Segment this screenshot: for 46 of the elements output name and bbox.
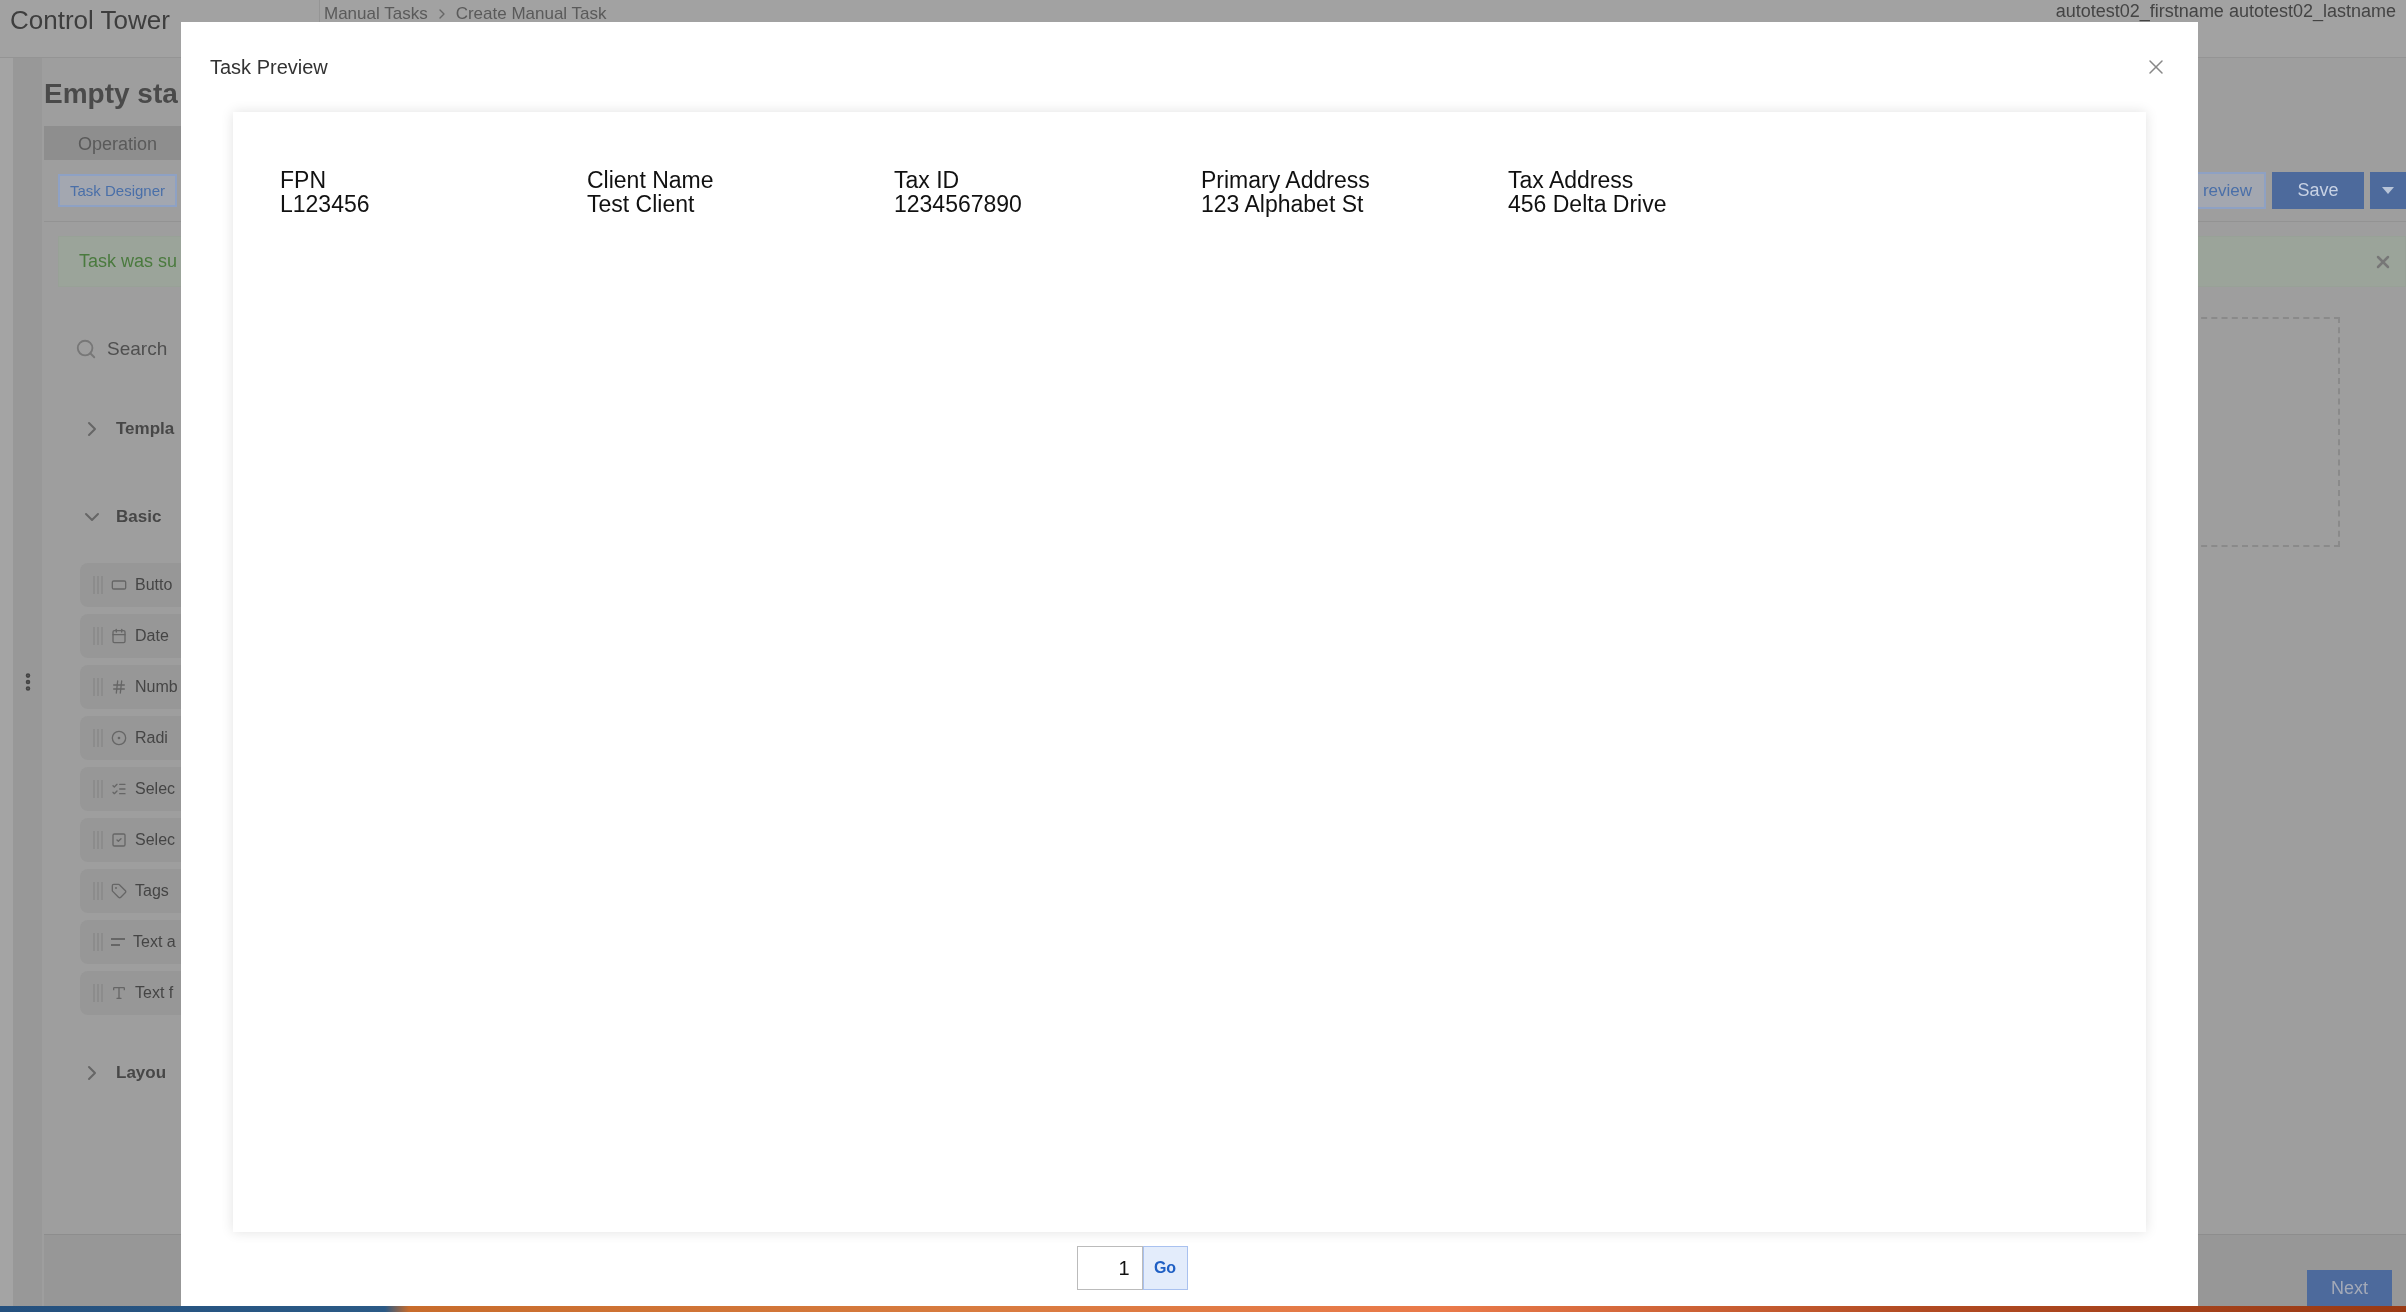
page-title: Empty sta: [44, 77, 178, 111]
dialog-title: Task Preview: [210, 55, 328, 79]
group-header[interactable]: Templa: [74, 399, 444, 459]
breadcrumb-item[interactable]: Manual Tasks: [324, 4, 428, 24]
go-button[interactable]: Go: [1142, 1246, 1188, 1290]
alert-message: Task was su: [79, 251, 178, 272]
field-label: Client Name: [587, 168, 715, 192]
field-label: Tax Address: [1508, 168, 1635, 192]
caret-down-icon: [2382, 187, 2394, 194]
field-value: 1234567890: [894, 192, 1023, 216]
textarea-icon: [111, 938, 125, 946]
checkbox-icon: [111, 832, 127, 848]
component-label: Selec: [135, 780, 176, 798]
component-label: Tags: [135, 882, 169, 900]
field-label: FPN: [280, 168, 327, 192]
radio-icon: [111, 730, 127, 746]
tags-icon: [111, 883, 127, 899]
component-label: Radi: [135, 729, 168, 747]
next-button[interactable]: Next: [2307, 1270, 2392, 1306]
component-label: Selec: [135, 831, 176, 849]
textfield-icon: [111, 985, 127, 1001]
breadcrumb-item[interactable]: Create Manual Task: [455, 4, 607, 24]
component-label: Date: [135, 627, 169, 645]
select-icon: [111, 781, 127, 797]
date-icon: [111, 628, 127, 644]
field-value: 456 Delta Drive: [1508, 192, 1668, 216]
dropdown-button[interactable]: [2370, 172, 2406, 209]
user-name[interactable]: autotest02_firstname autotest02_lastname: [2055, 0, 2406, 21]
designer-button[interactable]: Task Designer: [58, 174, 178, 207]
component-label: Numb: [135, 678, 178, 696]
group-header[interactable]: Layou: [74, 1043, 444, 1103]
field-value: L123456: [280, 192, 371, 216]
search-field[interactable]: Search: [107, 338, 175, 360]
save-button[interactable]: Save: [2272, 172, 2364, 209]
search-icon: [75, 338, 97, 360]
field-value: Test Client: [587, 192, 696, 216]
group-header[interactable]: Basic: [74, 487, 444, 547]
button-icon: [111, 577, 127, 593]
page-input[interactable]: 1: [1076, 1246, 1143, 1290]
component-label: Text a: [133, 933, 176, 951]
component-label: Text f: [135, 984, 174, 1002]
component-label: Butto: [135, 576, 173, 594]
number-icon: [111, 679, 127, 695]
field-label: Tax ID: [894, 168, 961, 192]
field-value: 123 Alphabet St: [1201, 192, 1365, 216]
app-title: Control Tower: [10, 4, 170, 37]
